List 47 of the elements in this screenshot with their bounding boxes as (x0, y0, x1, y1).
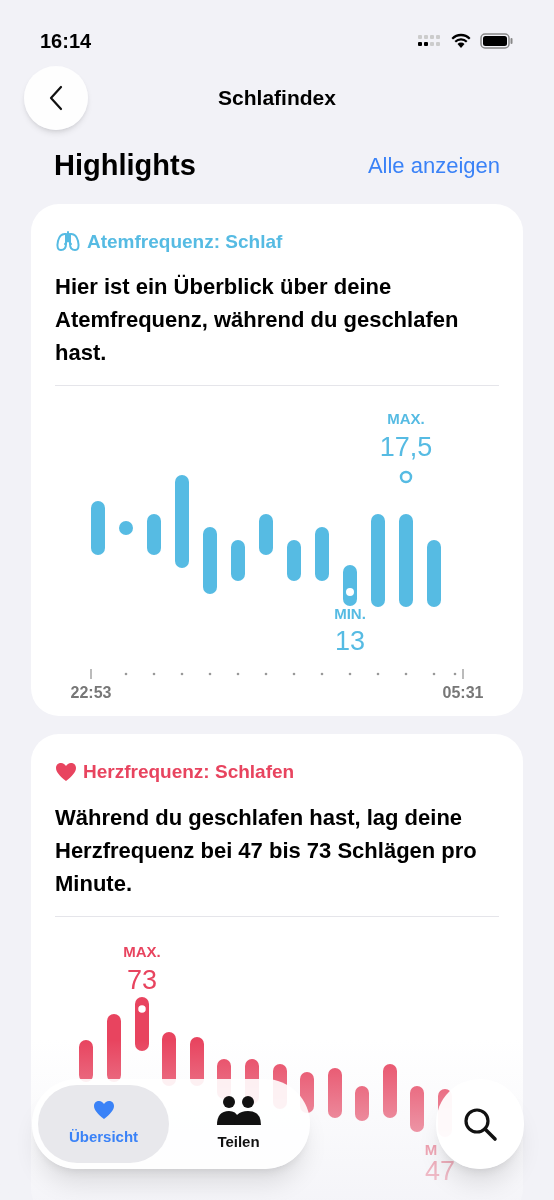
page-title: Schlafindex (218, 85, 336, 112)
battery-icon (480, 33, 514, 49)
wifi-icon (450, 33, 472, 49)
chart-bar (328, 1067, 342, 1118)
section-title: Highlights (54, 148, 196, 183)
tab-item[interactable]: Teilen (173, 1085, 304, 1163)
show-all-link[interactable]: Alle anzeigen (367, 149, 500, 183)
min-marker-icon (344, 586, 356, 598)
card-title: Herzfrequenz: Schlafen (83, 760, 295, 784)
chart-bar (287, 540, 301, 581)
chart-bar (315, 527, 329, 581)
signal-icon (418, 35, 442, 47)
search-icon (462, 1106, 498, 1142)
end-time: 05:31 (442, 684, 484, 701)
status-time: 16:14 (40, 29, 92, 54)
chart-bar (119, 521, 133, 535)
card-description: Während du geschlafen hast, lag deine Herzfrequenz bei 47 bis 73 Schlägen pro Minute. (55, 803, 478, 898)
card-title: Atemfrequenz: Schlaf (87, 229, 283, 254)
min-value: 13 (335, 626, 365, 656)
chevron-left-icon (49, 85, 63, 111)
chart-bar (203, 527, 217, 594)
people-icon (215, 1094, 262, 1125)
card-description: Hier ist ein Überblick über deine Atemfrequenz, während du geschlafen hast. (55, 273, 460, 367)
chart-bar (383, 1063, 397, 1118)
chart-bar (410, 1085, 424, 1132)
min-value: 47 (425, 1155, 455, 1186)
min-label: MIN. (334, 605, 366, 622)
lungs-icon (55, 230, 81, 253)
chart-bar (107, 1013, 121, 1082)
chart-bar (91, 501, 105, 555)
tab-item[interactable]: Übersicht (38, 1085, 169, 1163)
min-label: M (424, 1140, 438, 1158)
chart-bar (427, 540, 441, 607)
chart-bar (231, 540, 245, 581)
max-marker-icon (399, 470, 413, 484)
chart-bar (259, 514, 273, 555)
chart-bar (355, 1085, 369, 1121)
heart-icon (92, 1099, 115, 1120)
max-label: MAX. (123, 942, 161, 960)
max-value: 73 (127, 964, 157, 995)
max-value: 17,5 (379, 432, 433, 462)
start-time: 22:53 (70, 684, 112, 701)
heart-icon (55, 762, 77, 783)
max-marker-icon (135, 1002, 149, 1015)
chart-bar (79, 1039, 93, 1082)
max-label: MAX. (387, 410, 425, 427)
chart-bar (147, 514, 161, 555)
